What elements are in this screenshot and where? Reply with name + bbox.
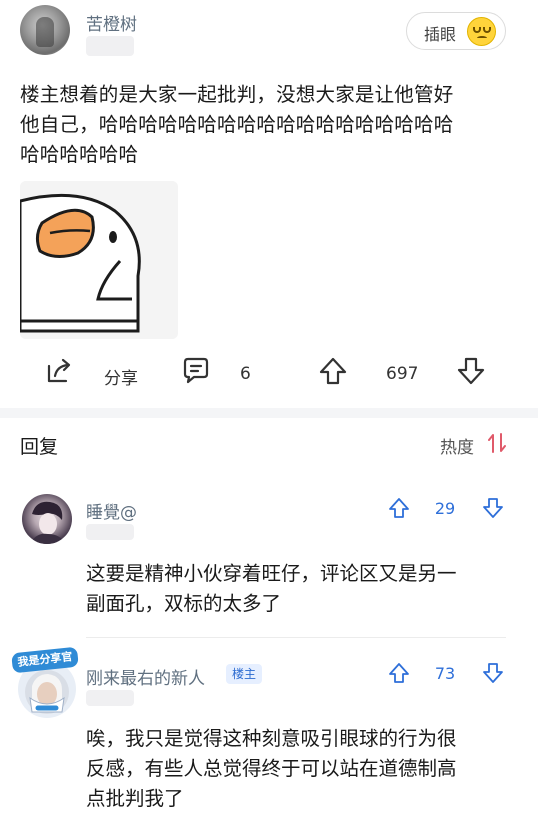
section-divider [0, 408, 538, 418]
share-icon [47, 358, 71, 383]
sort-by-heat-label[interactable]: 热度 [440, 433, 474, 458]
commenter-avatar[interactable] [22, 494, 72, 544]
share-button[interactable]: 分享 [44, 356, 154, 392]
comment-body-line: 反感，有些人总觉得终于可以站在道德制高 [86, 757, 457, 780]
downvote-arrow-icon [457, 357, 485, 385]
comment-body: 唉，我只是觉得这种刻意吸引眼球的行为很 反感，有些人总觉得终于可以站在道德制高 … [86, 724, 510, 814]
upvote-arrow-icon[interactable] [388, 662, 410, 684]
comment-item: 睡覺@ 29 这要是精神小伙穿着旺仔，评论区又是另一 副面孔，双标的太多了 [0, 468, 538, 638]
downvote-arrow-icon[interactable] [482, 497, 504, 519]
upvote-arrow-icon [319, 357, 347, 385]
replies-title: 回复 [20, 436, 59, 458]
goose-sticker-image[interactable] [20, 181, 178, 339]
plug-eye-button[interactable]: 插眼 [406, 12, 506, 50]
comment-button[interactable]: 6 [181, 356, 261, 392]
post-body-line: 楼主想着的是大家一起批判，没想大家是让他管好 [20, 83, 454, 106]
comment-body-line: 唉，我只是觉得这种刻意吸引眼球的行为很 [86, 727, 457, 750]
vote-count-wrap: 697 [386, 356, 436, 392]
commenter-name[interactable]: 睡覺@ [86, 498, 137, 523]
post-body: 楼主想着的是大家一起批判，没想大家是让他管好 他自己，哈哈哈哈哈哈哈哈哈哈哈哈哈… [20, 80, 520, 170]
vote-count: 697 [386, 364, 419, 384]
plug-eye-label: 插眼 [424, 25, 457, 44]
sort-arrows-icon[interactable] [488, 432, 506, 454]
comment-icon [183, 357, 209, 384]
op-badge: 楼主 [226, 664, 263, 684]
commenter-name[interactable]: 刚来最右的新人 [86, 664, 205, 689]
post-body-line: 他自己，哈哈哈哈哈哈哈哈哈哈哈哈哈哈哈哈哈哈 [20, 113, 454, 136]
post-card: 苦橙树 插眼 楼主想着的是大家一起批判，没想大家是让他管好 他自己，哈哈哈哈哈哈… [0, 0, 538, 408]
downvote-button[interactable] [456, 356, 488, 392]
author-meta-blurred [86, 36, 134, 56]
upvote-arrow-icon[interactable] [388, 497, 410, 519]
commenter-meta-blurred [86, 690, 134, 706]
commenter-meta-blurred [86, 524, 134, 540]
author-name[interactable]: 苦橙树 [86, 10, 137, 35]
smiling-emoji-icon [467, 17, 496, 46]
comment-vote-count: 29 [434, 499, 456, 518]
replies-header: 回复 热度 [0, 418, 538, 468]
comment-body-line: 点批判我了 [86, 787, 184, 810]
comment-body-line: 这要是精神小伙穿着旺仔，评论区又是另一 [86, 562, 457, 585]
downvote-arrow-icon[interactable] [482, 662, 504, 684]
post-body-line: 哈哈哈哈哈哈 [20, 143, 139, 166]
comment-body: 这要是精神小伙穿着旺仔，评论区又是另一 副面孔，双标的太多了 [86, 559, 510, 619]
comment-item: 我是分享官 刚来最右的新人 楼主 73 唉，我只是觉得这种刻意吸引眼球的行为很 … [0, 638, 538, 829]
upvote-button[interactable] [318, 356, 350, 392]
comment-body-line: 副面孔，双标的太多了 [86, 592, 282, 615]
comment-count: 6 [240, 364, 251, 384]
comment-vote-count: 73 [434, 664, 456, 683]
share-label: 分享 [104, 369, 138, 389]
author-avatar[interactable] [20, 5, 70, 55]
